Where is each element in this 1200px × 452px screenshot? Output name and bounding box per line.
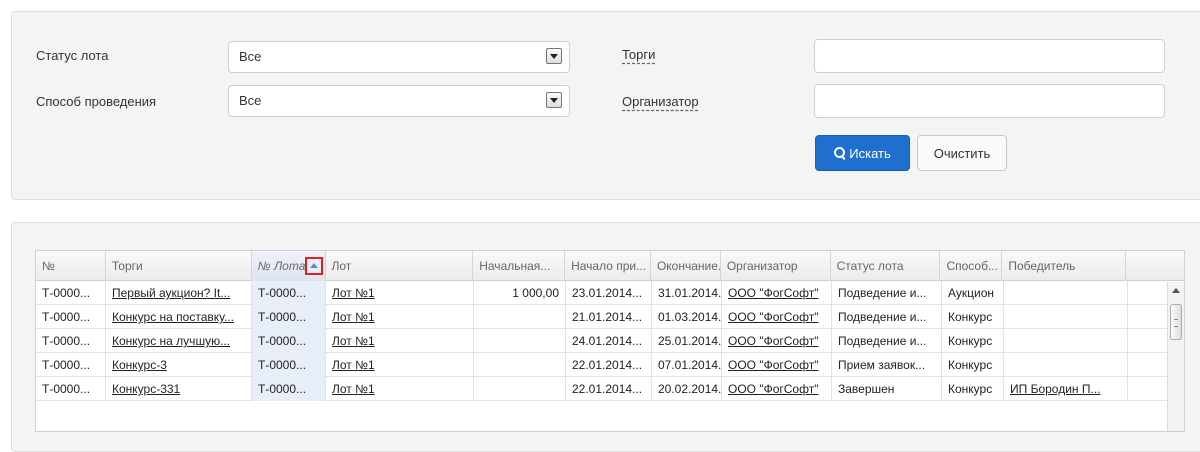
cell-start-price xyxy=(474,305,566,329)
cell-start-price xyxy=(474,377,566,401)
column-header-start-date[interactable]: Начало при... xyxy=(565,251,651,281)
scroll-up-icon[interactable] xyxy=(1172,288,1180,293)
lot-link[interactable]: Лот №1 xyxy=(332,334,375,348)
cell-end-date: 07.01.2014... xyxy=(652,353,722,377)
column-header-organizer[interactable]: Организатор xyxy=(721,251,831,281)
search-button-label: Искать xyxy=(849,145,891,161)
tender-link[interactable]: Конкурс на лучшую... xyxy=(112,334,230,348)
lot-link[interactable]: Лот №1 xyxy=(332,286,375,300)
clear-button[interactable]: Очистить xyxy=(917,135,1007,171)
winner-link[interactable]: ИП Бородин П... xyxy=(1010,382,1101,396)
cell-lot-number: Т-0000... xyxy=(252,281,326,305)
search-button[interactable]: Искать xyxy=(815,135,910,171)
cell-lot-number: Т-0000... xyxy=(252,329,326,353)
lot-link[interactable]: Лот №1 xyxy=(332,382,375,396)
method-select[interactable]: Все xyxy=(228,85,570,117)
table-row[interactable]: Т-0000... Конкурс-3 Т-0000... Лот №1 22.… xyxy=(36,353,1184,377)
table-row[interactable]: Т-0000... Конкурс на поставку... Т-0000.… xyxy=(36,305,1184,329)
cell-number: Т-0000... xyxy=(36,353,106,377)
column-header-tender[interactable]: Торги xyxy=(106,251,252,281)
cell-lot-status: Завершен xyxy=(832,377,942,401)
cell-lot-status: Прием заявок... xyxy=(832,353,942,377)
lot-link[interactable]: Лот №1 xyxy=(332,310,375,324)
cell-end-date: 01.03.2014... xyxy=(652,305,722,329)
table-row[interactable]: Т-0000... Конкурс на лучшую... Т-0000...… xyxy=(36,329,1184,353)
cell-method: Конкурс xyxy=(942,305,1004,329)
grid-header: № Торги № Лота Лот Начальная... Начало п… xyxy=(36,251,1184,281)
clear-button-label: Очистить xyxy=(933,145,991,161)
grid-body: Т-0000... Первый аукцион? It... Т-0000..… xyxy=(36,281,1184,401)
cell-lot-number: Т-0000... xyxy=(252,353,326,377)
cell-start-price xyxy=(474,329,566,353)
cell-number: Т-0000... xyxy=(36,377,106,401)
scroll-thumb[interactable] xyxy=(1170,304,1182,340)
method-value: Все xyxy=(239,93,262,108)
cell-number: Т-0000... xyxy=(36,329,106,353)
cell-start-date: 21.01.2014... xyxy=(566,305,652,329)
column-header-number[interactable]: № xyxy=(36,251,106,281)
organizer-link[interactable]: ООО "ФогСофт" xyxy=(728,310,818,324)
table-row[interactable]: Т-0000... Конкурс-331 Т-0000... Лот №1 2… xyxy=(36,377,1184,401)
cell-start-date: 22.01.2014... xyxy=(566,353,652,377)
cell-method: Аукцион xyxy=(942,281,1004,305)
cell-start-price xyxy=(474,353,566,377)
cell-method: Конкурс xyxy=(942,377,1004,401)
tender-link[interactable]: Конкурс-331 xyxy=(112,382,180,396)
cell-start-price: 1 000,00 xyxy=(474,281,566,305)
organizer-label[interactable]: Организатор xyxy=(622,94,699,109)
column-header-winner[interactable]: Победитель xyxy=(1002,251,1127,281)
tender-link[interactable]: Конкурс-3 xyxy=(112,358,167,372)
cell-start-date: 24.01.2014... xyxy=(566,329,652,353)
cell-method: Конкурс xyxy=(942,329,1004,353)
cell-lot-status: Подведение и... xyxy=(832,281,942,305)
column-header-end-date[interactable]: Окончание... xyxy=(651,251,721,281)
column-header-method[interactable]: Способ... xyxy=(940,251,1003,281)
cell-lot-status: Подведение и... xyxy=(832,305,942,329)
tender-link[interactable]: Конкурс на поставку... xyxy=(112,310,234,324)
cell-end-date: 20.02.2014... xyxy=(652,377,722,401)
cell-number: Т-0000... xyxy=(36,305,106,329)
column-header-start-price[interactable]: Начальная... xyxy=(473,251,566,281)
organizer-link[interactable]: ООО "ФогСофт" xyxy=(728,358,818,372)
column-header-lot-number[interactable]: № Лота xyxy=(251,251,326,281)
chevron-down-icon[interactable] xyxy=(546,92,562,108)
table-row[interactable]: Т-0000... Первый аукцион? It... Т-0000..… xyxy=(36,281,1184,305)
column-header-lot[interactable]: Лот xyxy=(326,251,474,281)
lot-link[interactable]: Лот №1 xyxy=(332,358,375,372)
cell-lot-status: Подведение и... xyxy=(832,329,942,353)
cell-lot-number: Т-0000... xyxy=(252,377,326,401)
organizer-link[interactable]: ООО "ФогСофт" xyxy=(728,382,818,396)
cell-start-date: 22.01.2014... xyxy=(566,377,652,401)
organizer-input[interactable] xyxy=(814,84,1165,118)
cell-method: Конкурс xyxy=(942,353,1004,377)
lot-status-label: Статус лота xyxy=(36,48,109,63)
column-header-lot-number-label: № Лота xyxy=(257,259,306,273)
cell-end-date: 25.01.2014... xyxy=(652,329,722,353)
search-icon xyxy=(834,147,846,159)
organizer-link[interactable]: ООО "ФогСофт" xyxy=(728,286,818,300)
cell-end-date: 31.01.2014... xyxy=(652,281,722,305)
vertical-scrollbar[interactable] xyxy=(1167,282,1184,431)
cell-start-date: 23.01.2014... xyxy=(566,281,652,305)
column-header-lot-status[interactable]: Статус лота xyxy=(831,251,941,281)
tenders-input[interactable] xyxy=(814,39,1165,73)
column-header-spacer xyxy=(1126,251,1184,281)
tenders-label[interactable]: Торги xyxy=(622,47,655,62)
sort-ascending-icon[interactable] xyxy=(304,257,323,275)
cell-lot-number: Т-0000... xyxy=(252,305,326,329)
cell-number: Т-0000... xyxy=(36,281,106,305)
results-grid: № Торги № Лота Лот Начальная... Начало п… xyxy=(35,250,1185,432)
tender-link[interactable]: Первый аукцион? It... xyxy=(112,286,230,300)
chevron-down-icon[interactable] xyxy=(546,48,562,64)
method-label: Способ проведения xyxy=(36,94,157,109)
lot-status-select[interactable]: Все xyxy=(228,41,570,73)
organizer-link[interactable]: ООО "ФогСофт" xyxy=(728,334,818,348)
lot-status-value: Все xyxy=(239,49,262,64)
